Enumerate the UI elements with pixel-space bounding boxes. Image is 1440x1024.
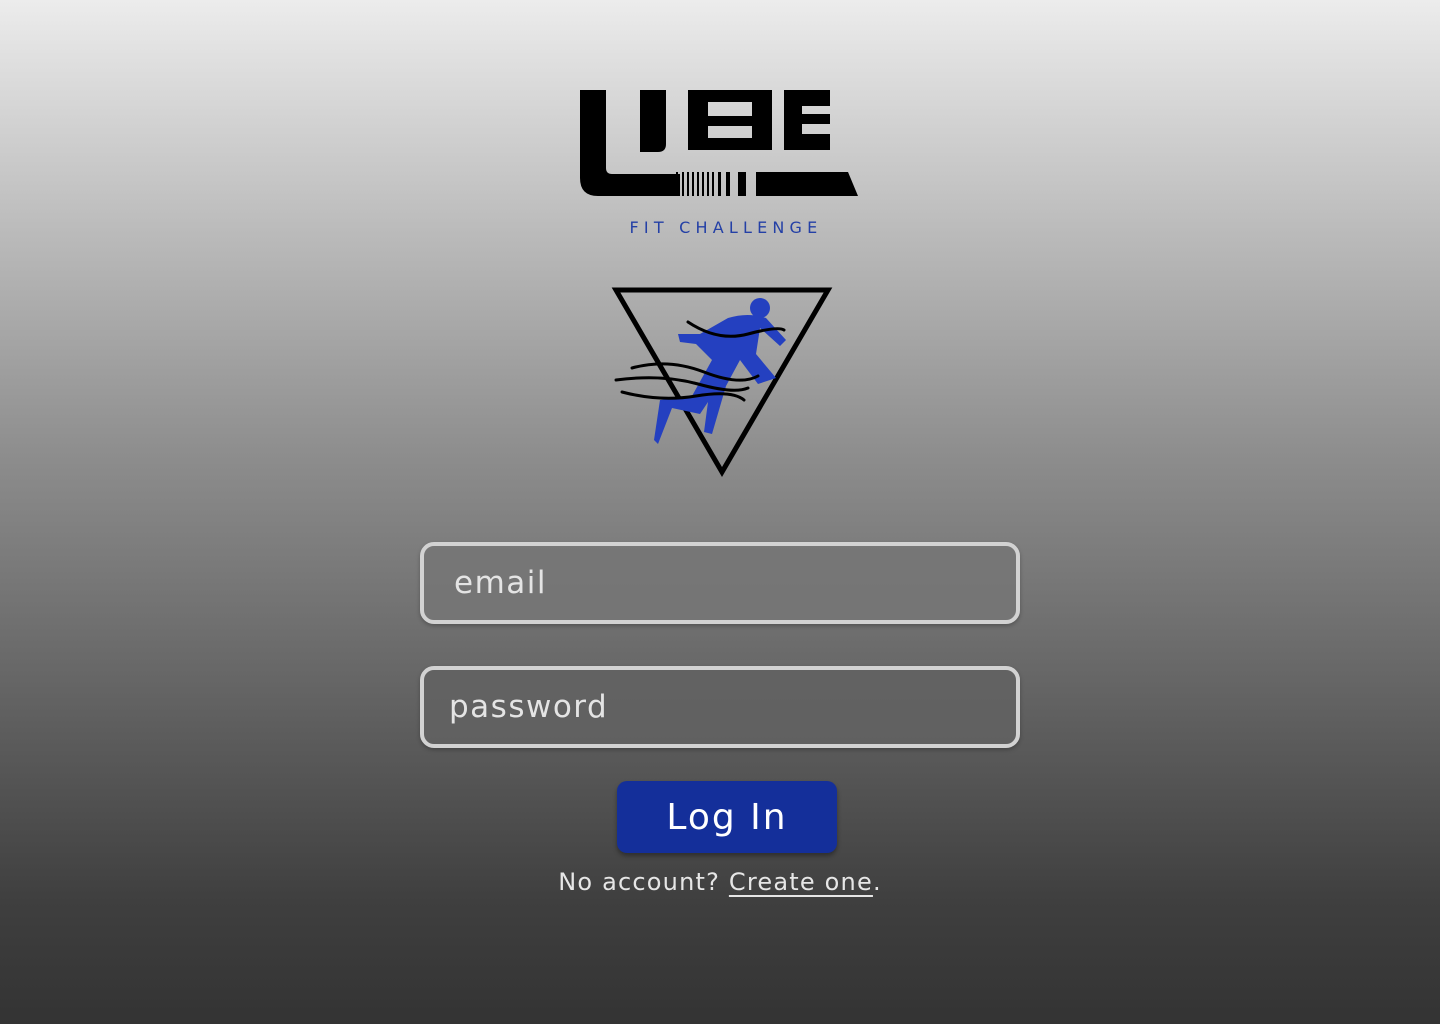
email-field[interactable] [420, 542, 1020, 624]
password-field[interactable] [420, 666, 1020, 748]
sprinter-triangle-icon [608, 284, 836, 480]
brand-tagline: FIT CHALLENGE [629, 218, 823, 237]
create-account-link[interactable]: Create one [729, 868, 873, 896]
signup-prompt: No account? Create one. [0, 868, 1440, 896]
signup-trailing-period: . [872, 868, 882, 896]
ube-wordmark-icon [580, 90, 858, 196]
email-input[interactable] [424, 546, 1016, 620]
signup-prompt-text: No account? [558, 868, 721, 896]
login-button[interactable]: Log In [617, 781, 837, 853]
password-input[interactable] [424, 670, 1016, 744]
